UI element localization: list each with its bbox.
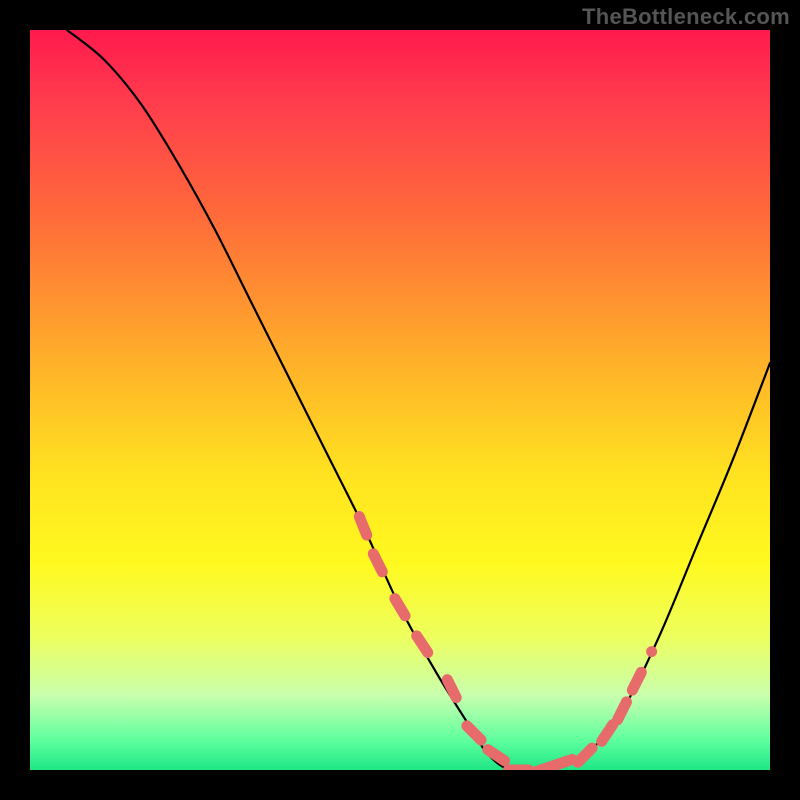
data-marker xyxy=(417,636,428,653)
data-marker xyxy=(632,672,641,690)
data-marker xyxy=(602,725,613,742)
marker-group xyxy=(359,517,651,770)
curve-svg xyxy=(30,30,770,770)
data-marker xyxy=(395,599,405,616)
data-marker xyxy=(488,750,505,761)
data-marker xyxy=(531,767,550,770)
plot-area xyxy=(30,30,770,770)
chart-frame: TheBottleneck.com xyxy=(0,0,800,800)
data-marker xyxy=(373,554,382,572)
data-marker xyxy=(467,726,481,740)
data-marker xyxy=(618,702,627,720)
data-marker xyxy=(553,759,572,765)
data-marker xyxy=(359,517,366,536)
watermark-text: TheBottleneck.com xyxy=(582,4,790,30)
data-marker xyxy=(578,748,592,762)
bottleneck-curve xyxy=(67,30,770,770)
